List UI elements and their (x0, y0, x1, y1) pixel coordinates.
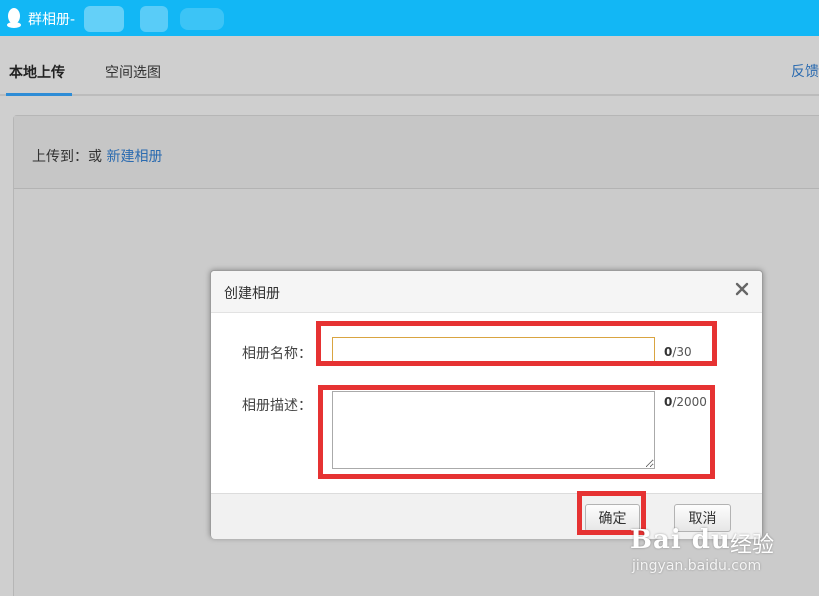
close-icon[interactable] (734, 281, 750, 297)
blurred-text (140, 6, 168, 32)
dialog-footer: 确定 取消 (211, 493, 762, 539)
tab-bar: 本地上传 空间选图 反馈 (0, 36, 819, 96)
upload-panel-header: 上传到：或 新建相册 (14, 116, 819, 189)
window-title: 群相册- (28, 12, 76, 28)
upload-to-label: 上传到：或 (32, 149, 107, 165)
album-desc-textarea[interactable] (332, 391, 655, 469)
qq-penguin-icon (7, 8, 21, 28)
tab-local-upload[interactable]: 本地上传 (9, 62, 65, 82)
confirm-button[interactable]: 确定 (585, 504, 640, 532)
create-album-dialog: 创建相册 相册名称： 0/30 相册描述： 0/2000 确定 取消 (210, 270, 763, 539)
title-bar: 群相册- (0, 0, 819, 36)
active-tab-indicator (6, 93, 72, 96)
feedback-link[interactable]: 反馈 (791, 61, 819, 81)
album-desc-max: /2000 (672, 395, 707, 409)
album-name-counter: 0/30 (664, 345, 692, 359)
upload-destination: 上传到：或 新建相册 (32, 146, 162, 166)
blurred-text (180, 8, 224, 30)
dialog-header: 创建相册 (211, 271, 762, 313)
album-desc-label: 相册描述： (242, 398, 312, 414)
tab-space-select[interactable]: 空间选图 (105, 62, 161, 82)
blurred-text (84, 6, 124, 32)
album-name-max: /30 (672, 345, 692, 359)
new-album-link[interactable]: 新建相册 (106, 149, 162, 165)
album-desc-counter: 0/2000 (664, 395, 707, 409)
dialog-title: 创建相册 (224, 286, 280, 302)
album-name-input[interactable] (332, 337, 655, 363)
album-name-label: 相册名称： (242, 346, 312, 362)
cancel-button[interactable]: 取消 (674, 504, 731, 532)
